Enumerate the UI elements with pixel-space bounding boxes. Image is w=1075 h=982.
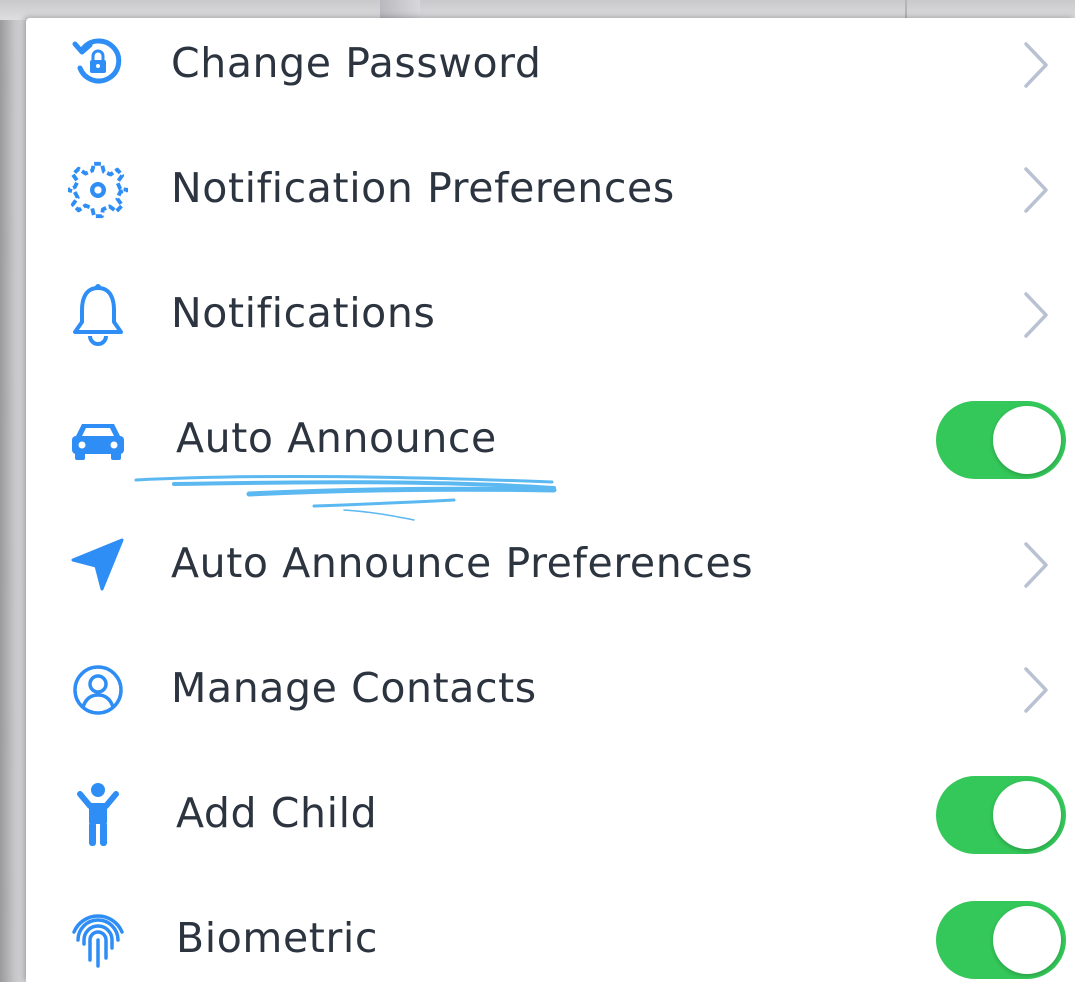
toggle-knob [993, 406, 1061, 474]
toggle-knob [993, 906, 1061, 974]
background-segment [380, 0, 420, 20]
settings-item-label: Notifications [171, 289, 436, 337]
settings-item-label: Change Password [171, 39, 542, 87]
settings-sheet: Change Password Notification Preferences… [26, 18, 1075, 982]
settings-item-notifications[interactable]: Notifications [26, 268, 1075, 368]
chevron-right-icon [1024, 542, 1048, 588]
settings-item-notification-preferences[interactable]: Notification Preferences [26, 143, 1075, 243]
settings-item-label: Notification Preferences [171, 164, 675, 212]
chevron-right-icon [1024, 667, 1048, 713]
background-strip [0, 0, 1075, 20]
settings-item-label: Manage Contacts [171, 664, 537, 712]
car-icon [68, 410, 128, 470]
biometric-toggle[interactable] [936, 901, 1066, 979]
settings-item-label: Biometric [176, 914, 379, 962]
chevron-right-icon [1024, 42, 1048, 88]
gear-icon [68, 160, 128, 220]
settings-item-add-child: Add Child [26, 768, 1075, 868]
toggle-knob [993, 781, 1061, 849]
user-circle-icon [68, 660, 128, 720]
background-divider [905, 0, 907, 20]
add-child-toggle[interactable] [936, 776, 1066, 854]
settings-item-label: Add Child [176, 789, 378, 837]
location-arrow-icon [68, 535, 128, 595]
highlight-underline-scribble [134, 474, 557, 521]
settings-item-manage-contacts[interactable]: Manage Contacts [26, 643, 1075, 743]
fingerprint-icon [68, 910, 128, 970]
auto-announce-toggle[interactable] [936, 401, 1066, 479]
lock-rotate-icon [68, 32, 128, 92]
chevron-right-icon [1024, 167, 1048, 213]
settings-item-label: Auto Announce Preferences [171, 539, 754, 587]
child-icon [68, 783, 128, 846]
chevron-right-icon [1024, 292, 1048, 338]
settings-item-change-password[interactable]: Change Password [26, 18, 1075, 118]
bell-icon [68, 284, 128, 346]
settings-item-biometric: Biometric [26, 893, 1075, 982]
settings-item-label: Auto Announce [176, 414, 497, 462]
